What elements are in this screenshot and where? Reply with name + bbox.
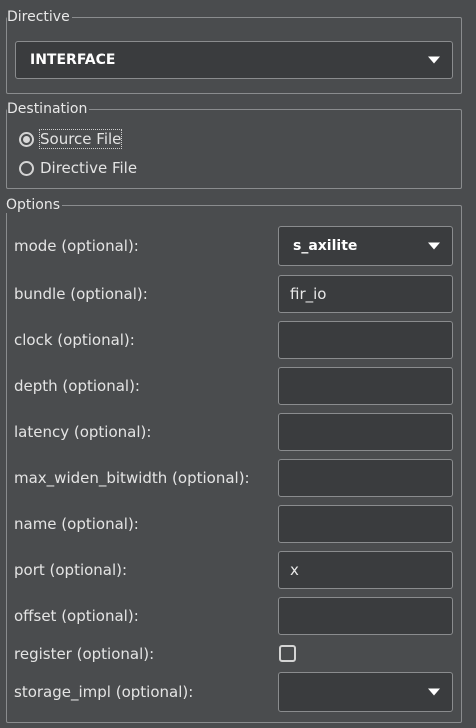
latency-input[interactable] bbox=[278, 413, 453, 451]
name-input[interactable] bbox=[278, 505, 453, 543]
offset-label: offset (optional): bbox=[14, 607, 139, 625]
chevron-down-icon bbox=[428, 56, 440, 64]
directive-group: Directive INTERFACE bbox=[6, 9, 462, 94]
mode-label: mode (optional): bbox=[14, 237, 139, 255]
mode-select[interactable]: s_axilite bbox=[278, 226, 453, 266]
latency-label: latency (optional): bbox=[14, 423, 152, 441]
bundle-input[interactable]: fir_io bbox=[278, 275, 453, 313]
directive-select[interactable]: INTERFACE bbox=[15, 41, 453, 79]
depth-input[interactable] bbox=[278, 367, 453, 405]
storage-impl-select[interactable] bbox=[278, 672, 453, 712]
storage-impl-label: storage_impl (optional): bbox=[14, 683, 194, 701]
destination-group: Destination Source File Directive File bbox=[6, 101, 462, 189]
bundle-label: bundle (optional): bbox=[14, 285, 148, 303]
register-label: register (optional): bbox=[14, 645, 155, 663]
radio-button-icon bbox=[19, 131, 34, 147]
clock-input[interactable] bbox=[278, 321, 453, 359]
offset-input[interactable] bbox=[278, 597, 453, 635]
radio-source-file[interactable]: Source File bbox=[19, 128, 123, 150]
name-label: name (optional): bbox=[14, 515, 139, 533]
radio-source-file-label: Source File bbox=[38, 129, 123, 149]
port-input[interactable]: x bbox=[278, 551, 453, 589]
directive-select-value: INTERFACE bbox=[30, 52, 116, 68]
clock-label: clock (optional): bbox=[14, 331, 135, 349]
register-checkbox[interactable] bbox=[279, 645, 296, 662]
max-widen-bitwidth-input[interactable] bbox=[278, 459, 453, 497]
chevron-down-icon bbox=[428, 688, 440, 696]
mode-select-value: s_axilite bbox=[293, 238, 358, 254]
port-label: port (optional): bbox=[14, 561, 128, 579]
chevron-down-icon bbox=[428, 242, 440, 250]
max-widen-bitwidth-label: max_widen_bitwidth (optional): bbox=[14, 469, 250, 487]
radio-button-icon bbox=[19, 160, 34, 176]
radio-directive-file-label: Directive File bbox=[40, 159, 138, 177]
destination-group-title: Destination bbox=[7, 101, 90, 117]
directive-group-title: Directive bbox=[7, 9, 72, 25]
options-group-title: Options bbox=[6, 197, 63, 213]
radio-directive-file[interactable]: Directive File bbox=[19, 157, 137, 179]
depth-label: depth (optional): bbox=[14, 377, 140, 395]
